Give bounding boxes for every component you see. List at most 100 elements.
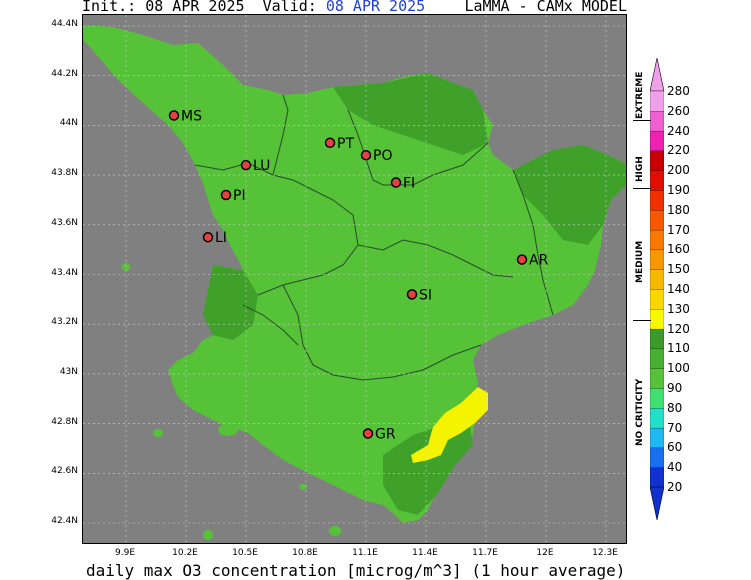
city-dot [202,231,214,243]
colorbar-tick-label: 220 [667,143,690,158]
city-dot [362,428,374,439]
city-label: GR [375,427,396,443]
colorbar-bottom-arrow [650,486,664,520]
colorbar-segment [650,269,664,290]
city-dot [360,149,372,161]
category-separator [633,188,651,189]
init-date: Init.: 08 APR 2025 [82,0,245,15]
city-label: AR [529,253,549,269]
city-label: PO [373,148,392,164]
elba-island [218,424,238,436]
longitude-tick-label: 10.8E [292,548,318,558]
category-medium: MEDIUM [635,240,645,283]
map-footer-title: daily max O3 concentration [microg/m^3] … [86,561,626,580]
longitude-tick-label: 10.5E [232,548,258,558]
montecristo-island [203,530,213,540]
colorbar-segment [650,447,664,468]
colorbar-tick-label: 110 [667,341,690,356]
city-dot [516,254,528,265]
colorbar-segment [650,368,664,389]
colorbar-tick-label: 170 [667,222,690,237]
longitude-tick-label: 11.4E [412,548,438,558]
colorbar-tick-label: 70 [667,420,683,435]
colorbar-segment [650,467,664,488]
colorbar-segment [650,308,664,330]
colorbar-segment [650,348,664,369]
city-label: MS [181,108,202,124]
ozone-map: MS LU PI LI PT PO FI AR SI GR [83,15,626,543]
city-dot [390,177,402,188]
latitude-tick-label: 42.4N [51,516,78,526]
colorbar-segment [650,170,664,191]
colorbar-segment [650,249,664,270]
colorbar-segment [650,130,664,152]
latitude-tick-label: 43.8N [51,168,78,179]
colorbar-segment [650,90,664,112]
city-label: SI [419,287,432,303]
latitude-tick-label: 42.8N [51,416,78,427]
model-name: LaMMA - CAMx MODEL [464,0,627,15]
colorbar-tick-label: 280 [667,84,690,98]
latitude-tick-label: 44N [59,118,78,129]
latitude-tick-label: 43N [59,366,78,377]
colorbar-tick-label: 160 [667,242,690,257]
latitude-tick-label: 44.4N [51,19,78,29]
category-separator [633,320,651,321]
latitude-tick-label: 43.4N [51,267,78,278]
colorbar-tick-label: 190 [667,183,690,197]
city-label: PI [233,188,246,204]
map-panel[interactable]: MS LU PI LI PT PO FI AR SI GR [82,14,627,544]
color-scale-bar [650,58,664,520]
colorbar-segment [650,229,664,251]
longitude-tick-label: 12.3E [592,548,618,558]
colorbar-segment [650,110,664,132]
colorbar-tick-label: 80 [667,400,683,415]
colorbar-tick-label: 40 [667,460,683,475]
category-high: HIGH [635,156,645,182]
category-separator [633,120,651,121]
colorbar-tick-label: 260 [667,103,690,118]
city-label: LU [253,158,270,174]
category-extreme: EXTREME [635,71,645,119]
city-dot [168,110,180,121]
colorbar-tick-label: 180 [667,202,690,217]
longitude-tick-label: 10.2E [172,548,198,558]
city-dot [324,137,336,149]
city-label: LI [215,230,227,246]
capraia-island [153,429,163,437]
colorbar-segment [650,328,664,350]
colorbar-tick-label: 60 [667,440,683,455]
valid-date: 08 APR 2025 [325,0,426,15]
colorbar-tick-label: 200 [667,163,690,178]
city-dot [406,289,418,300]
colorbar-tick-label: 130 [667,301,690,316]
longitude-tick-label: 11.1E [352,548,378,558]
city-dot [240,159,252,171]
colorbar-tick-label: 140 [667,282,690,296]
colorbar-segment [650,189,664,211]
longitude-tick-label: 11.7E [472,548,498,558]
colorbar-segment [650,150,664,171]
latitude-tick-label: 42.6N [51,466,78,477]
colorbar-tick-label: 100 [667,361,690,376]
latitude-tick-label: 43.6N [51,217,78,228]
colorbar-segment [650,427,664,449]
city-label: PT [337,136,354,152]
colorbar-tick-label: 20 [667,480,683,494]
longitude-tick-label: 12E [536,548,554,558]
valid-label: Valid: [262,0,317,15]
giglio-island [329,526,341,536]
colorbar-segment [650,209,664,231]
category-no-criticity: NO CRITICITY [635,378,645,446]
latitude-tick-label: 43.2N [51,317,78,328]
latitude-tick-label: 44.2N [51,68,78,79]
colorbar-segment [650,288,664,310]
city-dot [220,189,232,201]
colorbar-tick-label: 150 [667,262,690,277]
longitude-tick-label: 9.9E [115,548,135,558]
colorbar-segment [650,407,664,429]
colorbar-top-arrow [650,58,664,92]
colorbar-segment [650,387,664,409]
colorbar-tick-label: 240 [667,123,690,138]
colorbar-tick-label: 90 [667,381,683,395]
